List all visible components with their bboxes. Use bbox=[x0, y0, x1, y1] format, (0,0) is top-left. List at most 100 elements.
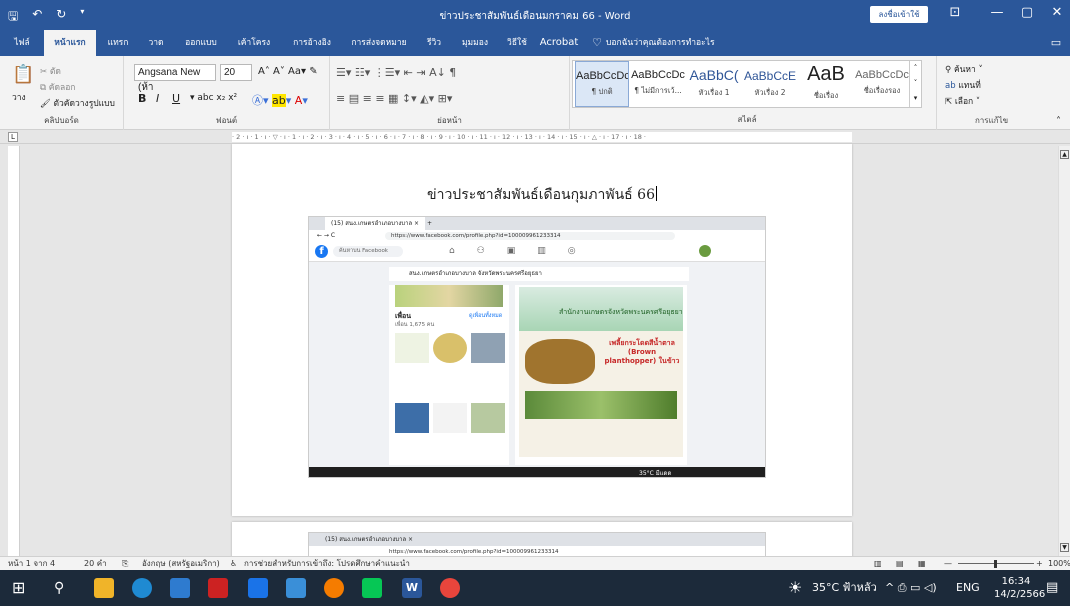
weather-icon[interactable]: ☀ bbox=[788, 570, 802, 606]
line-icon[interactable] bbox=[362, 578, 382, 598]
text-effects-icon[interactable]: Ⓐ▾ ab▾ A▾ bbox=[252, 92, 308, 108]
tab-insert[interactable]: แทรก bbox=[100, 30, 136, 56]
lightbulb-icon[interactable]: ♡ bbox=[590, 30, 604, 56]
edge-icon[interactable] bbox=[132, 578, 152, 598]
bold-button[interactable]: B bbox=[138, 92, 146, 105]
tab-references[interactable]: การอ้างอิง bbox=[282, 30, 342, 56]
copy-button[interactable]: ⧉ คัดลอก bbox=[40, 80, 75, 94]
document-workspace[interactable]: ข่าวประชาสัมพันธ์เดือนกุมภาพันธ์ 66 (15)… bbox=[22, 144, 1056, 556]
input-language[interactable]: ENG bbox=[956, 570, 980, 606]
tab-help[interactable]: วิธีใช้ bbox=[498, 30, 536, 56]
align-icons[interactable]: ≡ ▤ ≡ ≡ ▦ ↕▾ ◭▾ ⊞▾ bbox=[336, 92, 452, 105]
language-status[interactable]: อังกฤษ (สหรัฐอเมริกา) bbox=[142, 557, 220, 570]
collapse-ribbon-icon[interactable]: ˄ bbox=[1056, 116, 1061, 127]
tab-selector-icon[interactable]: L bbox=[8, 132, 18, 142]
signin-button[interactable]: ลงชื่อเข้าใช้ bbox=[870, 6, 928, 23]
select-button[interactable]: ⇱ เลือก ˅ bbox=[945, 94, 980, 108]
style-title[interactable]: AaB ชื่อเรื่อง bbox=[799, 61, 853, 107]
font-size-combo[interactable]: 20 bbox=[220, 64, 252, 81]
strike-sub-sup-icon[interactable]: ▾ abc x₂ x² bbox=[190, 93, 237, 103]
windows-start-icon[interactable]: ⊞ bbox=[12, 578, 32, 598]
document-page-2[interactable]: (15) สนง.เกษตรอำเภอบางบาล × https://www.… bbox=[232, 522, 852, 556]
facebook-search: ค้นหาบน Facebook bbox=[333, 246, 403, 257]
tab-view[interactable]: มุมมอง bbox=[454, 30, 496, 56]
tab-home[interactable]: หน้าแรก bbox=[44, 30, 96, 56]
word-icon[interactable]: W bbox=[402, 578, 422, 598]
firefox-icon[interactable] bbox=[324, 578, 344, 598]
word-count[interactable]: 20 คำ bbox=[84, 557, 107, 570]
profile-avatar bbox=[699, 245, 711, 257]
tell-me-box[interactable]: บอกฉันว่าคุณต้องการทำอะไร bbox=[606, 30, 776, 56]
italic-button[interactable]: I bbox=[156, 92, 159, 105]
font-name-combo[interactable]: Angsana New (ห้า bbox=[134, 64, 216, 93]
grow-font-icon[interactable]: A˄ A˅ Aa▾ ✎ bbox=[258, 66, 318, 77]
proofing-icon[interactable]: ⎘ bbox=[122, 557, 128, 570]
style-subtitle[interactable]: AaBbCcDc ชื่อเรื่องรอง bbox=[855, 61, 909, 107]
editing-label: การแก้ไข bbox=[974, 116, 1009, 125]
text-cursor bbox=[655, 186, 657, 201]
tab-review[interactable]: รีวิว bbox=[416, 30, 452, 56]
restore-button[interactable]: ▢ bbox=[1012, 5, 1042, 20]
clock[interactable]: 16:34 14/2/2566 bbox=[994, 575, 1045, 601]
print-layout-icon[interactable]: ▤ bbox=[896, 557, 904, 570]
style-no-spacing[interactable]: AaBbCcDc ¶ ไม่มีการเว้... bbox=[631, 61, 685, 107]
horizontal-ruler[interactable]: L · 2 · ı · 1 · ı · ▽ · ı · 1 · ı · 2 · … bbox=[0, 130, 1070, 144]
poster-office: สำนักงานเกษตรจังหวัดพระนครศรีอยุธยา bbox=[559, 308, 683, 316]
web-layout-icon[interactable]: ▦ bbox=[918, 557, 926, 570]
tab-design[interactable]: ออกแบบ bbox=[176, 30, 226, 56]
tab-file[interactable]: ไฟล์ bbox=[4, 30, 40, 56]
ribbon-display-icon[interactable]: ⊡ bbox=[940, 5, 970, 20]
format-painter-button[interactable]: 🖌 ตัวคัดวางรูปแบบ bbox=[40, 96, 115, 110]
scroll-down-icon[interactable]: ▼ bbox=[1060, 543, 1069, 552]
tab-draw[interactable]: วาด bbox=[138, 30, 174, 56]
style-name: ¶ ไม่มีการเว้... bbox=[634, 86, 682, 95]
search-icon[interactable]: ⚲ bbox=[54, 578, 74, 598]
cut-button[interactable]: ✂ ตัด bbox=[40, 64, 61, 78]
tray-icons[interactable]: ^ ⎙ ▭ ◁) bbox=[885, 570, 937, 606]
embedded-screenshot-2[interactable]: (15) สนง.เกษตรอำเภอบางบาล × https://www.… bbox=[308, 532, 766, 556]
zoom-slider-thumb[interactable] bbox=[994, 560, 997, 568]
netflix-icon[interactable] bbox=[208, 578, 228, 598]
font-label: ฟอนต์ bbox=[215, 116, 238, 125]
copy-label: คัดลอก bbox=[48, 83, 76, 93]
find-button[interactable]: ⚲ ค้นหา ˅ bbox=[945, 62, 983, 76]
weather-text[interactable]: 35°C ฟ้าหลัว bbox=[812, 570, 877, 606]
document-headline[interactable]: ข่าวประชาสัมพันธ์เดือนกุมภาพันธ์ 66 bbox=[232, 184, 852, 206]
accessibility-status[interactable]: การช่วยสำหรับการเข้าถึง: โปรดศึกษาคำแนะน… bbox=[244, 557, 410, 570]
style-heading-2[interactable]: AaBbCcE หัวเรื่อง 2 bbox=[743, 61, 797, 107]
notification-icon[interactable]: ▤ bbox=[1046, 570, 1058, 606]
tab-acrobat[interactable]: Acrobat bbox=[536, 30, 582, 56]
zoom-in-icon[interactable]: + bbox=[1036, 557, 1043, 570]
tab-layout[interactable]: เค้าโครง bbox=[228, 30, 280, 56]
style-normal[interactable]: AaBbCcDc ¶ ปกติ bbox=[575, 61, 629, 107]
comments-icon[interactable]: ▭ bbox=[1046, 30, 1066, 56]
minimize-button[interactable]: — bbox=[982, 5, 1012, 20]
photos-icon[interactable] bbox=[286, 578, 306, 598]
replace-button[interactable]: ab แทนที่ bbox=[945, 78, 981, 92]
chrome-icon[interactable] bbox=[440, 578, 460, 598]
store-icon[interactable] bbox=[170, 578, 190, 598]
accessibility-icon[interactable]: ♿ bbox=[230, 557, 237, 570]
paste-icon[interactable]: 📋 bbox=[12, 64, 34, 85]
page-count[interactable]: หน้า 1 จาก 4 bbox=[8, 557, 55, 570]
style-preview: AaBbCcDc bbox=[855, 69, 909, 81]
read-mode-icon[interactable]: ▥ bbox=[874, 557, 882, 570]
paste-button[interactable]: วาง bbox=[12, 90, 26, 104]
zoom-out-icon[interactable]: — bbox=[944, 557, 952, 570]
document-page[interactable]: ข่าวประชาสัมพันธ์เดือนกุมภาพันธ์ 66 (15)… bbox=[232, 144, 852, 516]
friends-count: เพื่อน 1,675 คน bbox=[395, 322, 435, 328]
style-heading-1[interactable]: AaBbC(หัวเรื่อง 1 bbox=[687, 61, 741, 107]
embedded-screenshot[interactable]: (15) สนง.เกษตรอำเภอบางบาล × + ← → C http… bbox=[308, 216, 766, 478]
mail-icon[interactable] bbox=[248, 578, 268, 598]
tab-mailings[interactable]: การส่งจดหมาย bbox=[344, 30, 414, 56]
scroll-up-icon[interactable]: ▲ bbox=[1060, 150, 1069, 159]
zoom-level[interactable]: 100% bbox=[1048, 557, 1070, 570]
style-name: หัวเรื่อง 2 bbox=[754, 88, 786, 97]
close-button[interactable]: ✕ bbox=[1042, 5, 1070, 20]
underline-button[interactable]: U bbox=[172, 92, 180, 105]
vertical-scrollbar[interactable]: ▲ ▼ bbox=[1058, 146, 1070, 556]
list-icons[interactable]: ☰▾ ☷▾ ⋮☰▾ ⇤ ⇥ A↓ ¶ bbox=[336, 66, 456, 79]
styles-scroll-icon[interactable]: ˄ ˅ ▾ bbox=[909, 61, 921, 107]
file-explorer-icon[interactable] bbox=[94, 578, 114, 598]
vertical-ruler[interactable] bbox=[8, 146, 20, 556]
